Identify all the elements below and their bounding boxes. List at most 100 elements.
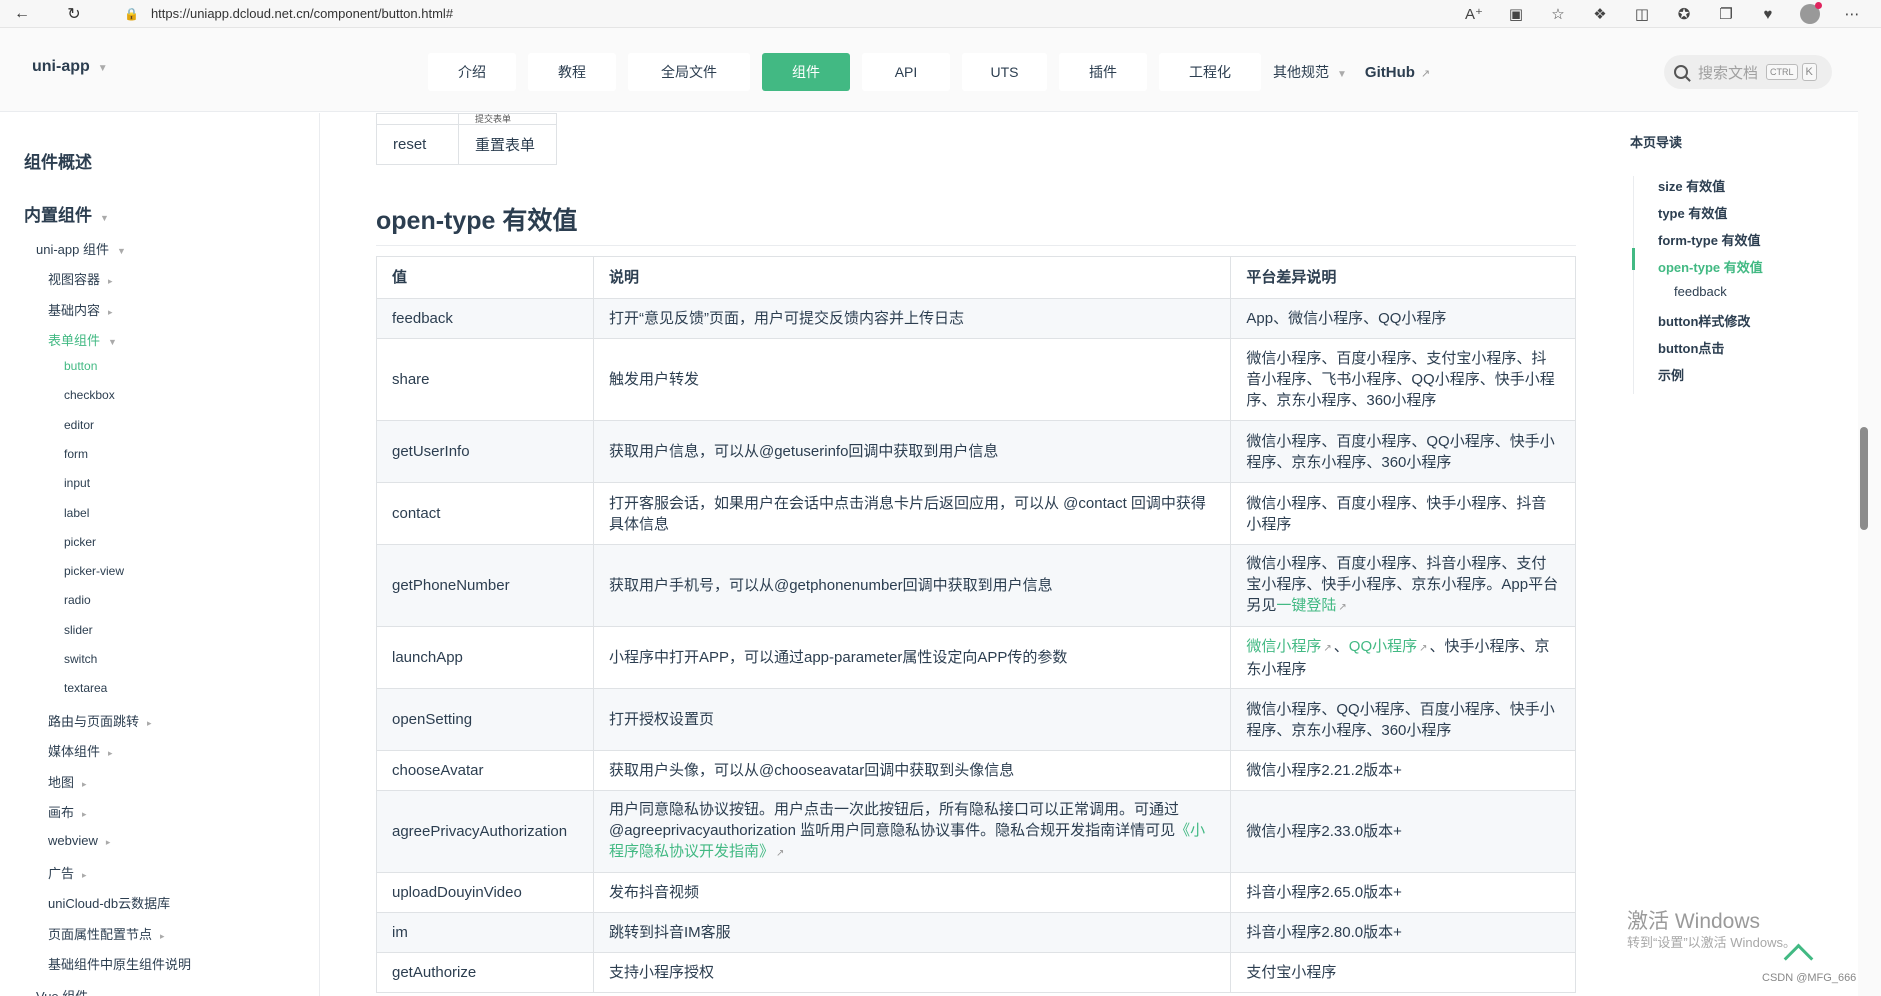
value-cell: chooseAvatar [376,750,594,791]
description-cell: 打开授权设置页 [592,688,1232,751]
sidebar-item[interactable]: editor [64,418,94,432]
sidebar-item[interactable]: uniCloud-db云数据库 [48,893,170,912]
toc-item[interactable]: feedback [1674,284,1727,299]
table-cell: reset [376,124,459,165]
description-cell: 打开客服会话，如果用户在会话中点击消息卡片后返回应用，可以从 @contact … [592,482,1232,545]
nav-tab[interactable]: API [862,53,950,91]
site-logo[interactable]: uni-app ▼ [32,58,108,76]
read-aloud-icon[interactable]: A⁺ [1453,5,1495,23]
sidebar-item-label: 地图 [48,774,75,790]
description-cell: 获取用户手机号，可以从@getphonenumber回调中获取到用户信息 [592,544,1232,627]
logo-text: uni-app [32,58,90,75]
description-cell: 小程序中打开APP，可以通过app-parameter属性设定向APP传的参数 [592,626,1232,689]
sidebar-item[interactable]: slider [64,623,93,637]
more-menu-icon[interactable]: ⋯ [1831,5,1873,23]
sidebar-item[interactable]: 媒体组件 ▸ [48,741,113,760]
github-link[interactable]: GitHub ↗ [1365,64,1430,81]
toc-item[interactable]: button点击 [1658,338,1724,357]
sidebar-item[interactable]: 路由与页面跳转 ▸ [48,711,152,730]
search-placeholder: 搜索文档 [1698,64,1759,82]
description-text: 跳转到抖音IM客服 [608,924,731,941]
description-text: 打开客服会话，如果用户在会话中点击消息卡片后返回应用，可以从 @contact … [608,494,1206,533]
sidebar-builtin[interactable]: 内置组件 ▼ [24,201,109,226]
browser-essentials-icon[interactable]: ♥ [1747,6,1789,23]
reload-icon[interactable]: ↻ [58,0,90,28]
nav-tab[interactable]: UTS [962,53,1047,91]
external-link-icon: ↗ [1420,67,1431,80]
extensions-icon[interactable]: ❖ [1579,5,1621,23]
wechat-miniprogram-link[interactable]: 微信小程序 [1246,638,1321,655]
qq-miniprogram-link[interactable]: QQ小程序 [1349,638,1417,655]
toc-item[interactable]: open-type 有效值 [1658,257,1763,276]
value-cell: launchApp [376,626,594,689]
platform-text: 抖音小程序2.65.0版本+ [1246,884,1402,901]
sidebar-item[interactable]: 广告 ▸ [48,863,87,882]
back-icon[interactable]: ← [6,0,38,28]
toc-item[interactable]: type 有效值 [1658,203,1727,222]
sidebar-item[interactable]: textarea [64,681,107,695]
nav-tab-label: UTS [990,64,1019,80]
toc-list: size 有效值 type 有效值 form-type 有效值 open-type 有… [1632,176,1833,394]
favorites-icon[interactable]: ✪ [1663,5,1705,23]
description-text: 小程序中打开APP，可以通过app-parameter属性设定向APP传的参数 [608,649,1068,666]
sidebar-item[interactable]: picker-view [64,564,124,578]
nav-tab[interactable]: 教程 [528,53,616,91]
sidebar-item[interactable]: checkbox [64,388,115,402]
split-screen-icon[interactable]: ◫ [1621,5,1663,23]
sidebar-form-components[interactable]: 表单组件 ▼ [48,330,117,349]
profile-avatar[interactable] [1800,2,1822,24]
url-text: https://uniapp.dcloud.net.cn/component/b… [150,6,454,21]
scrollbar-thumb[interactable] [1860,427,1868,530]
back-to-top-icon[interactable] [1782,940,1812,970]
one-click-login-link[interactable]: 一键登陆 [1276,597,1336,614]
nav-tab[interactable]: 介绍 [428,53,516,91]
sidebar-basic-content[interactable]: 基础内容 ▸ [48,300,113,319]
nav-tab-label: 全局文件 [661,64,717,80]
table-row: contact 打开客服会话，如果用户在会话中点击消息卡片后返回应用，可以从 @c… [376,482,1576,545]
sidebar-item[interactable]: 页面属性配置节点 ▸ [48,924,165,943]
sidebar-item[interactable]: 画布 ▸ [48,802,87,821]
platform-cell: 支付宝小程序 [1230,952,1576,993]
nav-tab[interactable]: 插件 [1059,53,1147,91]
sidebar-vue-components[interactable]: Vue 组件 [36,986,88,996]
top-navigation: 介绍 教程 全局文件 组件 API UTS 插件 工程化 其他规范 ▼ GitHub ↗ [428,53,1430,91]
nav-tab[interactable]: 工程化 [1159,53,1261,91]
nav-tab[interactable]: 全局文件 [628,53,750,91]
form-type-table-tail: 提交表单 reset 重置表单 [376,113,557,165]
external-link-icon: ↗ [1338,602,1347,613]
sidebar-item[interactable]: button [64,359,97,373]
platform-text: 抖音小程序2.80.0版本+ [1246,924,1402,941]
sidebar-uniapp-components[interactable]: uni-app 组件 ▼ [36,239,126,258]
favorite-star-icon[interactable]: ☆ [1537,5,1579,23]
search-box[interactable]: 搜索文档 CTRL K [1664,55,1832,89]
address-bar[interactable]: 🔒 https://uniapp.dcloud.net.cn/component… [124,6,453,21]
collections-icon[interactable]: ❐ [1705,5,1747,23]
caret-right-icon: ▸ [108,276,113,286]
toc-item[interactable]: button样式修改 [1658,311,1750,330]
sidebar-item[interactable]: 基础组件中原生组件说明 [48,954,191,973]
sidebar-item[interactable]: switch [64,652,97,666]
windows-activation-hint: 转到“设置”以激活 Windows。 [1627,935,1797,950]
sidebar-item[interactable]: 地图 ▸ [48,772,87,791]
platform-cell: App、微信小程序、QQ小程序 [1230,298,1576,339]
sidebar-item[interactable]: picker [64,535,96,549]
toc-item[interactable]: size 有效值 [1658,176,1725,195]
toc-item[interactable]: 示例 [1658,365,1684,384]
sidebar-item[interactable]: form [64,447,88,461]
other-specs-menu[interactable]: 其他规范 ▼ [1273,62,1347,82]
sidebar-item[interactable]: radio [64,593,91,607]
nav-tab[interactable]: 组件 [762,53,850,91]
nav-tab-label: 插件 [1089,64,1117,80]
sidebar-item-label: 基础组件中原生组件说明 [48,957,192,973]
description-cell: 发布抖音视频 [592,872,1232,913]
sidebar-view-container[interactable]: 视图容器 ▸ [48,269,113,288]
toc-item[interactable]: form-type 有效值 [1658,230,1761,249]
nav-tab-label: 组件 [792,64,820,80]
sidebar-item[interactable]: label [64,506,89,520]
platform-cell: 微信小程序、QQ小程序、百度小程序、快手小程序、京东小程序、360小程序 [1230,688,1576,751]
caret-right-icon: ▸ [82,778,87,789]
sidebar-overview[interactable]: 组件概述 [24,148,92,173]
sidebar-item[interactable]: input [64,476,90,490]
sidebar-item[interactable]: webview ▸ [48,833,110,848]
immersive-reader-icon[interactable]: ▣ [1495,5,1537,23]
